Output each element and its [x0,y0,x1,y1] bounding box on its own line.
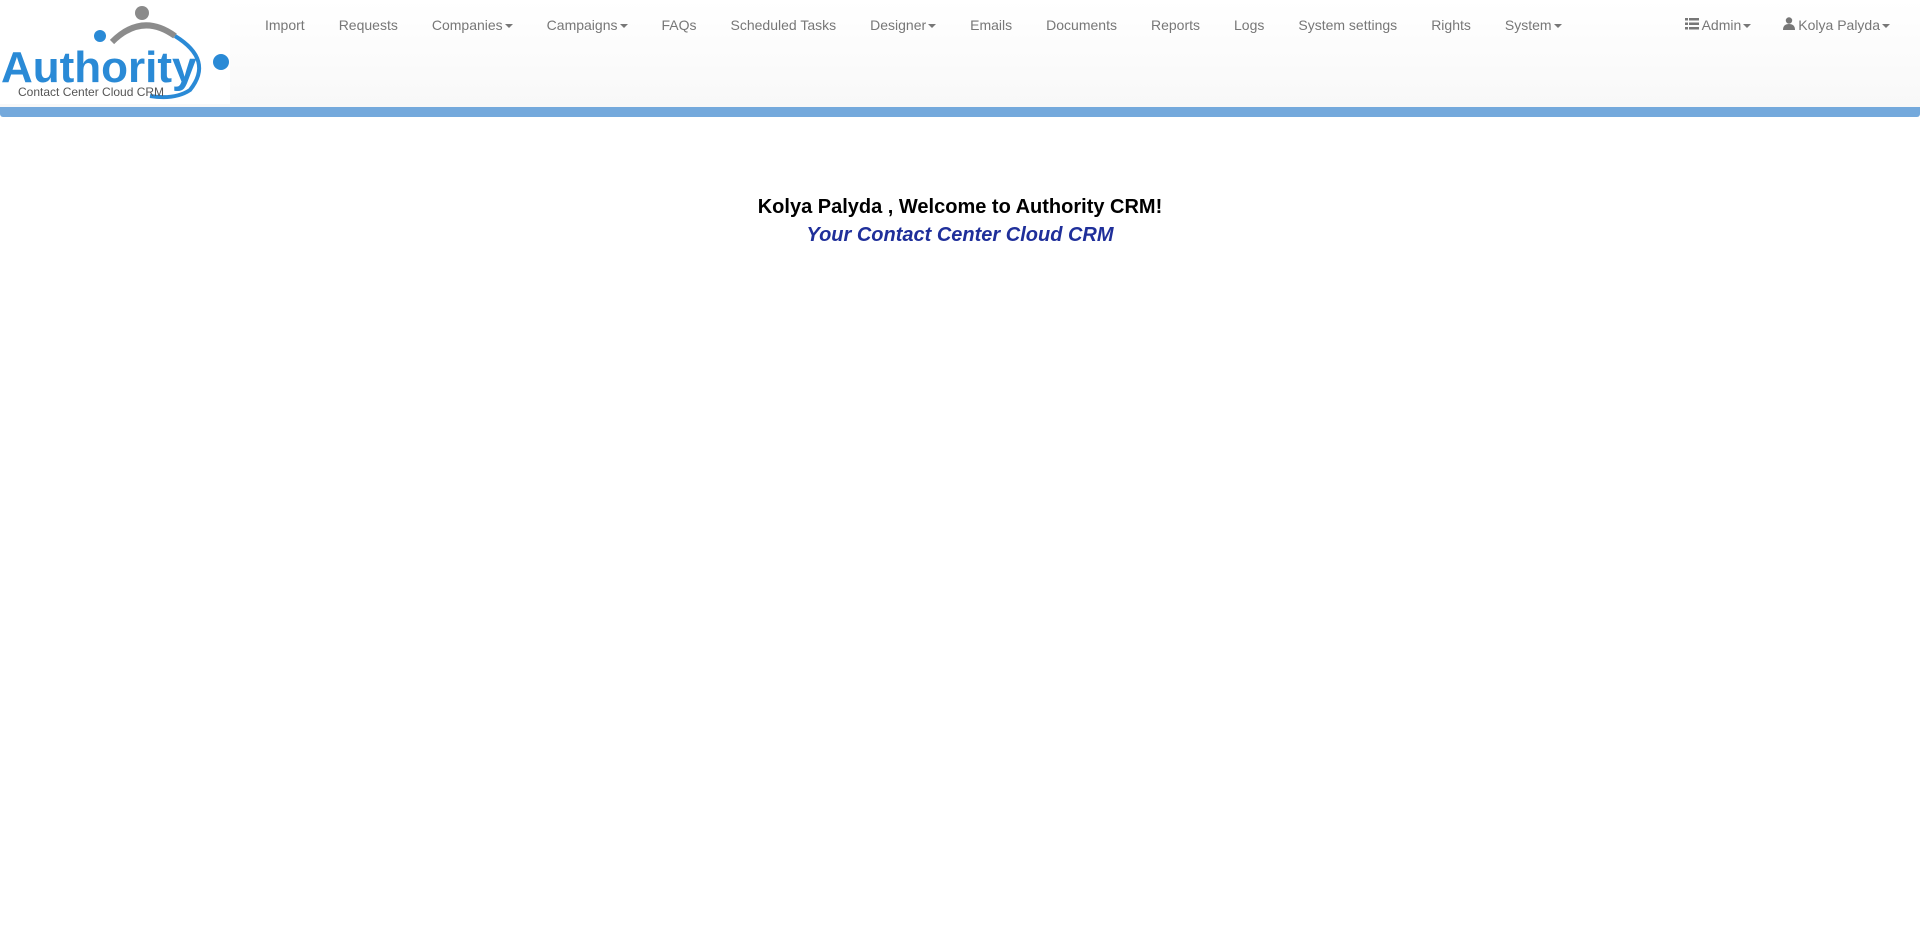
caret-down-icon [1882,23,1890,28]
caret-down-icon [1743,23,1752,28]
header-divider-strip [0,107,1920,117]
nav-documents[interactable]: Documents [1029,0,1134,50]
nav-system-settings[interactable]: System settings [1281,0,1414,50]
nav-faqs[interactable]: FAQs [645,0,714,50]
nav-companies[interactable]: Companies [415,0,530,50]
main-nav: Import Requests Companies Campaigns FAQs… [248,0,1579,50]
logo-graphic: Authority Contact Center Cloud CRM [1,6,229,100]
nav-emails[interactable]: Emails [953,0,1029,50]
nav-designer[interactable]: Designer [853,0,953,50]
nav-logs[interactable]: Logs [1217,0,1281,50]
welcome-title: Kolya Palyda , Welcome to Authority CRM! [757,196,1163,218]
user-nav: Admin Kolya Palyda [1669,0,1904,50]
nav-import[interactable]: Import [248,0,322,50]
list-icon [1684,0,1699,50]
user-menu[interactable]: Kolya Palyda [1767,0,1904,50]
nav-scheduled-tasks[interactable]: Scheduled Tasks [714,0,854,50]
logo-tagline: Contact Center Cloud CRM [18,85,164,99]
nav-campaigns[interactable]: Campaigns [530,0,645,50]
nav-reports[interactable]: Reports [1134,0,1217,50]
nav-requests[interactable]: Requests [322,0,415,50]
welcome-message: Kolya Palyda , Welcome to Authority CRM!… [0,193,1920,249]
authority-logo[interactable]: Authority Contact Center Cloud CRM [0,0,230,104]
welcome-subtitle: Your Contact Center Cloud CRM [806,224,1114,246]
caret-down-icon [1553,23,1562,28]
caret-down-icon [619,23,628,28]
admin-menu[interactable]: Admin [1669,0,1768,50]
top-navbar: Authority Contact Center Cloud CRM Impor… [0,0,1920,107]
user-icon [1783,0,1796,50]
nav-rights[interactable]: Rights [1414,0,1488,50]
nav-system[interactable]: System [1488,0,1579,50]
caret-down-icon [504,23,513,28]
caret-down-icon [928,23,937,28]
